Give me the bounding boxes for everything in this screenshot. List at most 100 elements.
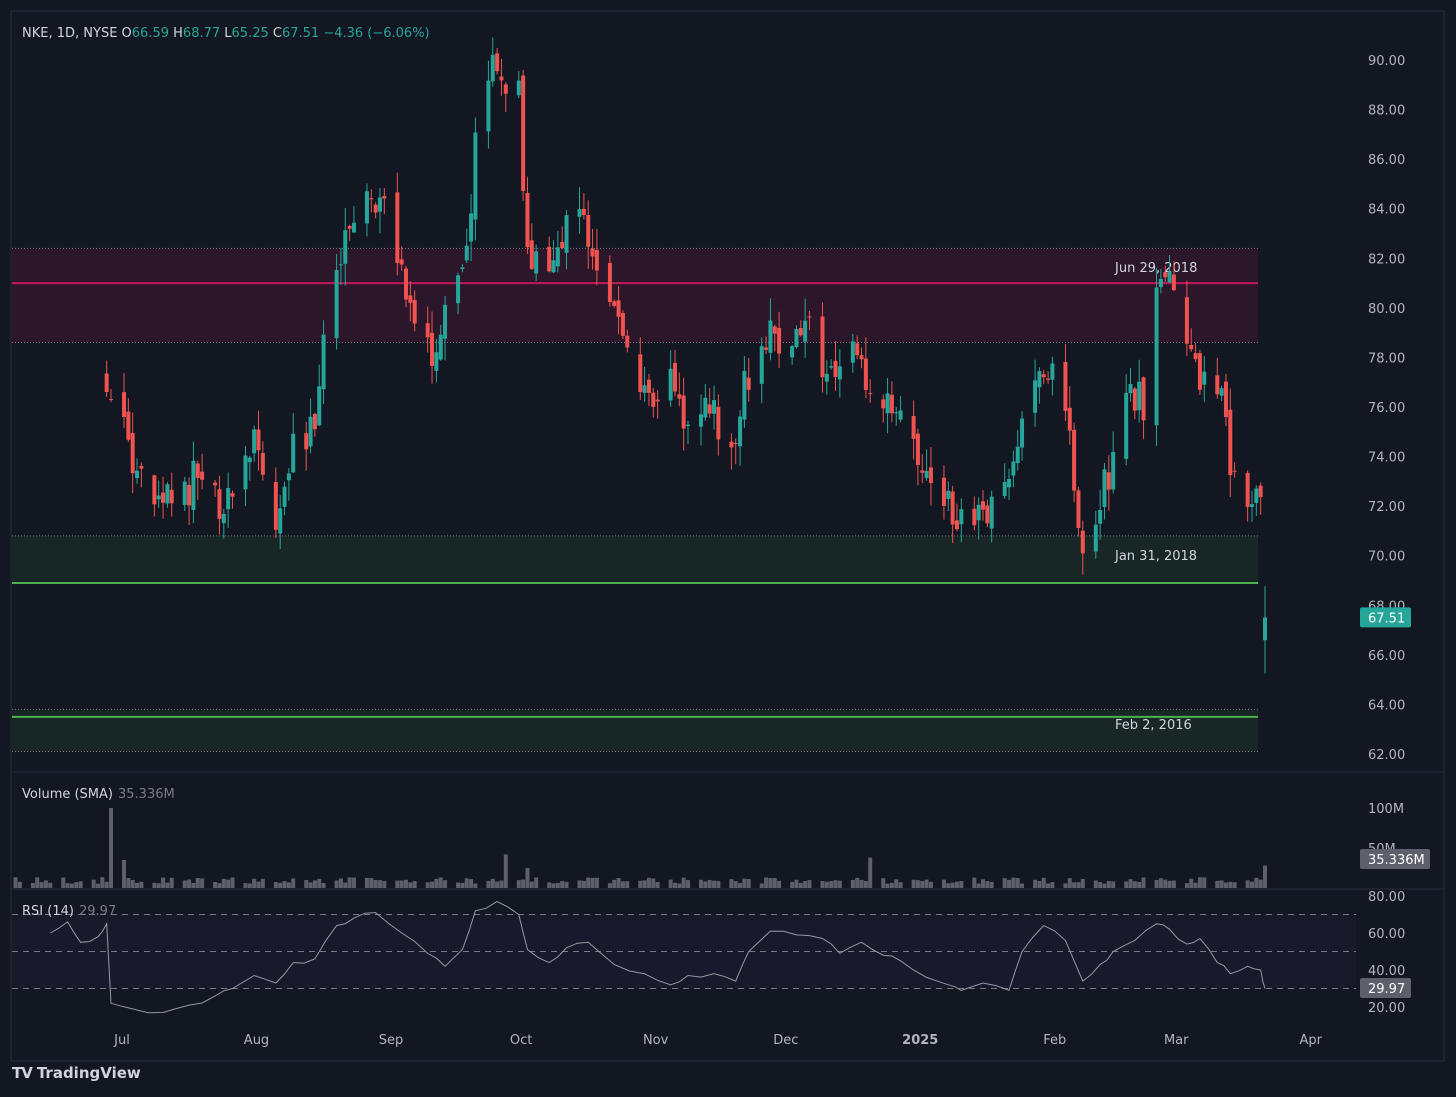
volume-bar — [1102, 883, 1107, 888]
candle-body — [187, 484, 192, 506]
volume-bar — [1132, 881, 1137, 888]
rsi-title: RSI (14) — [22, 904, 74, 919]
candle-body — [382, 196, 387, 199]
volume-bar — [187, 879, 192, 888]
volume-bar — [191, 883, 196, 888]
volume-bar — [486, 880, 491, 888]
volume-bar — [594, 877, 599, 888]
volume-bar — [798, 882, 803, 888]
brand-name: TradingView — [36, 1064, 141, 1082]
candle-body — [278, 508, 283, 534]
candle-body — [226, 488, 231, 510]
x-tick-label: Jul — [113, 1033, 130, 1048]
candle-body — [247, 457, 252, 463]
volume-bar — [646, 877, 651, 888]
candle-body — [790, 346, 795, 358]
candle-body — [1033, 380, 1038, 413]
candle-body — [824, 373, 829, 382]
candle-body — [373, 204, 378, 213]
price-tick-label: 86.00 — [1368, 153, 1405, 168]
volume-bar — [373, 880, 378, 888]
candle-body — [976, 504, 981, 521]
volume-bar — [130, 879, 135, 888]
candle-body — [1106, 472, 1111, 490]
volume-bar — [620, 881, 625, 888]
volume-bar — [959, 880, 964, 888]
volume-bar — [260, 878, 265, 888]
volume-bar — [195, 878, 200, 888]
candle-body — [1197, 353, 1202, 390]
candle-body — [425, 323, 430, 338]
volume-bar — [612, 879, 617, 888]
volume-bar — [1037, 881, 1042, 888]
candle-body — [104, 373, 109, 393]
candle-body — [829, 366, 834, 368]
price-tick-label: 78.00 — [1368, 351, 1405, 366]
volume-bar — [286, 882, 291, 888]
tradingview-brand[interactable]: TV TradingView — [12, 1064, 141, 1082]
candle-body — [369, 198, 374, 200]
volume-bar — [17, 881, 22, 888]
price-tick-label: 62.00 — [1368, 748, 1405, 763]
volume-bar — [981, 879, 986, 888]
volume-bar — [109, 808, 113, 888]
candle-body — [525, 192, 530, 248]
candle-body — [438, 334, 443, 360]
candle-body — [1002, 482, 1007, 497]
zone-label: Feb 2, 2016 — [1115, 718, 1192, 733]
candle-body — [412, 299, 417, 324]
zone-label: Jun 29, 2018 — [1114, 261, 1197, 276]
volume-bar — [169, 877, 174, 888]
candle-body — [529, 240, 534, 269]
volume-bar — [490, 878, 495, 888]
candle-body — [1215, 375, 1220, 395]
candle-body — [343, 230, 348, 264]
volume-bar — [182, 880, 187, 888]
candle-body — [928, 467, 933, 484]
candle-body — [338, 264, 343, 266]
volume-bar — [1011, 877, 1016, 888]
candle-body — [304, 433, 309, 450]
candle-body — [377, 197, 382, 212]
candle-body — [577, 209, 582, 217]
ohlc-header[interactable]: NKE, 1D, NYSE O66.59 H68.77 L65.25 C67.5… — [22, 26, 430, 41]
volume-bar — [221, 878, 226, 888]
x-tick-label: Feb — [1043, 1033, 1066, 1048]
volume-bar — [135, 882, 140, 888]
candle-body — [555, 247, 560, 267]
candle-body — [490, 54, 495, 82]
volume-bar — [972, 877, 977, 888]
candle-body — [954, 520, 959, 530]
candle-body — [672, 362, 677, 392]
candle-body — [1015, 446, 1020, 464]
candle-body — [772, 326, 777, 334]
candle-body — [256, 429, 261, 451]
candle-body — [1232, 470, 1237, 472]
candle-body — [273, 482, 278, 530]
volume-bar — [894, 879, 899, 888]
volume-bar — [868, 857, 873, 888]
volume-bar — [820, 880, 825, 888]
volume-bar — [686, 880, 690, 888]
candle-body — [503, 84, 508, 94]
candle-body — [985, 505, 990, 524]
close-label: C — [273, 26, 282, 41]
candle-body — [521, 75, 526, 191]
candle-body — [486, 80, 491, 132]
candle-body — [1189, 344, 1194, 350]
candle-body — [351, 222, 356, 233]
volume-bar — [395, 880, 400, 888]
volume-bar — [1158, 878, 1163, 888]
volume-bar — [321, 883, 326, 888]
candle-body — [581, 208, 586, 216]
volume-bar — [837, 880, 842, 888]
price-tick-label: 64.00 — [1368, 698, 1405, 713]
candle-body — [1228, 409, 1233, 476]
price-chart[interactable]: Jun 29, 2018 Jan 31, 2018 Feb 2, 2016 90.00… — [0, 0, 1456, 1062]
candle-body — [638, 354, 643, 393]
candle-body — [1041, 374, 1046, 378]
candle-body — [469, 213, 474, 242]
candle-body — [1076, 490, 1081, 529]
volume-bar — [607, 883, 612, 888]
volume-bar — [247, 883, 252, 888]
